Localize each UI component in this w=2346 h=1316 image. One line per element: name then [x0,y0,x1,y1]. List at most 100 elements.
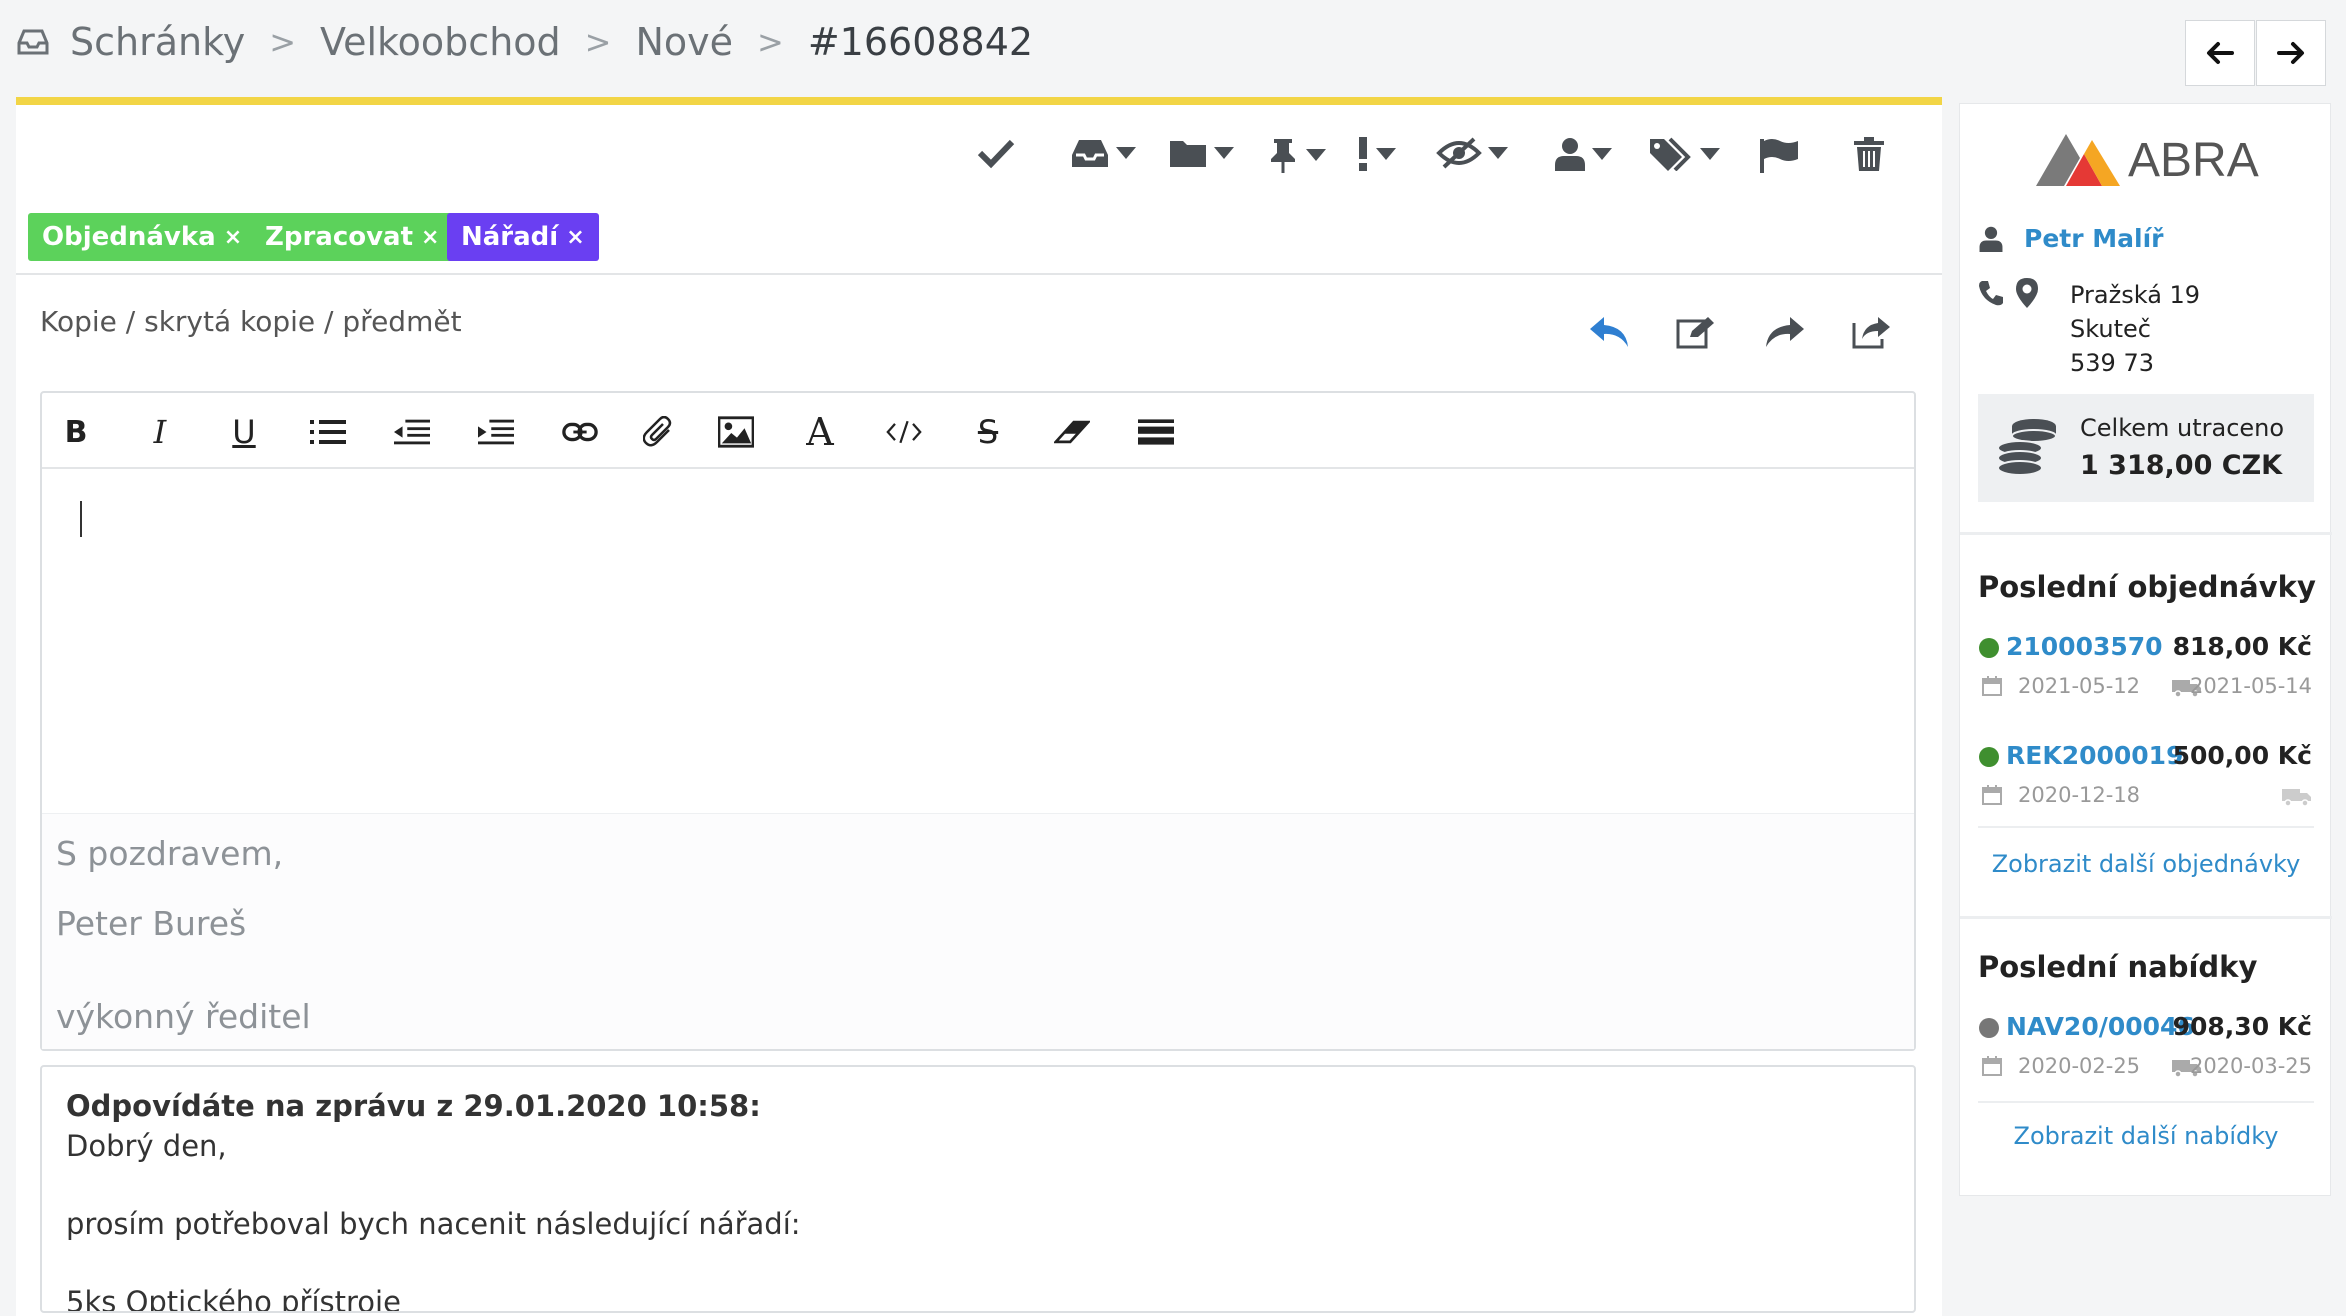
visibility-dropdown[interactable] [1436,137,1508,169]
address-line: Pražská 19 [2070,281,2201,309]
signature-line: S pozdravem, [56,834,284,873]
tag-remove-button[interactable]: × [224,225,242,250]
signature-line: Peter Bureš [56,904,247,943]
arrow-left-icon [2207,42,2234,64]
offer-link[interactable]: NAV20/00046 [2006,1012,2195,1041]
chevron-down-icon [1214,147,1234,159]
tag-zpracovat[interactable]: Zpracovat × [251,213,454,261]
breadcrumb-item-velkoobchod[interactable]: Velkoobchod [320,20,561,64]
more-orders-link[interactable]: Zobrazit další objednávky [1960,850,2332,878]
tags-dropdown[interactable] [1648,137,1720,171]
code-button[interactable] [886,415,922,449]
outdent-button[interactable] [394,415,430,449]
tag-naradi[interactable]: Nářadí × [447,213,599,261]
assignee-dropdown[interactable] [1554,137,1612,171]
message-editor[interactable]: B I U A S S pozdravem, Peter Bureš výkon… [40,391,1916,1051]
contact-address: Pražská 19 Skuteč 539 73 [2070,278,2200,380]
tag-remove-button[interactable]: × [421,225,439,250]
offer-valid-until: 2020-03-25 [2189,1054,2312,1078]
share-button[interactable] [1852,315,1892,349]
horizontal-rule-button[interactable] [1138,415,1174,449]
chevron-down-icon [1592,148,1612,160]
priority-icon [1359,137,1367,171]
address-line: Skuteč [2070,315,2151,343]
share-icon [1852,317,1890,349]
indent-icon [478,419,514,445]
quoted-line: prosím potřeboval bych nacenit následují… [66,1207,801,1241]
divider [16,273,1942,275]
order-delivery-date: 2021-05-14 [2189,674,2312,698]
tag-remove-button[interactable]: × [566,225,584,250]
breadcrumb-item-schranky[interactable]: Schránky [70,20,245,64]
italic-button[interactable]: I [142,413,178,451]
order-link[interactable]: REK2000019 [2006,741,2183,770]
forward-icon [1766,317,1804,347]
font-button[interactable]: A [802,410,838,454]
pin-icon [1271,139,1295,173]
paperclip-icon [643,416,672,447]
brand-logo: ABRA [2036,132,2259,188]
signature-block[interactable]: S pozdravem, Peter Bureš výkonný ředitel [42,813,1914,1049]
resolve-button[interactable] [976,137,1016,169]
bold-button[interactable]: B [58,415,94,450]
text-cursor [80,501,82,537]
divider [1978,1101,2314,1103]
ticket-number: #16608842 [807,20,1034,64]
image-button[interactable] [718,415,754,449]
chevron-down-icon [1376,148,1396,160]
signature-line: výkonný ředitel [56,997,311,1036]
trash-icon [1854,137,1884,171]
next-button[interactable] [2256,20,2326,86]
chevron-down-icon [1700,148,1720,160]
pin-dropdown[interactable] [1266,137,1326,173]
reply-icon [1590,317,1628,347]
strikethrough-button[interactable]: S [970,413,1006,451]
flag-button[interactable] [1758,137,1800,173]
user-icon [1555,138,1585,171]
edit-icon [1676,317,1714,349]
status-dot [1979,1018,1999,1038]
order-amount: 818,00 Kč [2172,632,2312,661]
address-line: 539 73 [2070,349,2154,377]
forward-button[interactable] [1764,315,1806,349]
order-date: 2020-12-18 [2018,783,2141,807]
contact-name-link[interactable]: Petr Malíř [2024,224,2163,253]
calendar-icon [1982,1056,2002,1076]
arrow-right-icon [2277,42,2304,64]
user-icon [1978,226,2004,252]
chevron-down-icon [1306,149,1326,161]
inbox-dropdown[interactable] [1070,137,1136,169]
attachment-button[interactable] [640,415,676,449]
cc-bcc-subject-link[interactable]: Kopie / skrytá kopie / předmět [40,305,462,338]
code-icon [886,420,922,444]
folder-icon [1170,141,1206,167]
breadcrumb-item-nove[interactable]: Nové [635,20,733,64]
truck-icon [2282,787,2312,807]
link-button[interactable] [562,415,598,449]
order-date: 2021-05-12 [2018,674,2141,698]
more-offers-link[interactable]: Zobrazit další nabídky [1960,1122,2332,1150]
tag-objednavka[interactable]: Objednávka × [28,213,257,261]
underline-button[interactable]: U [226,413,262,451]
flag-icon [1760,139,1798,173]
order-link[interactable]: 210003570 [2006,632,2163,661]
quoted-line: Dobrý den, [66,1129,227,1163]
indent-button[interactable] [478,415,514,449]
total-spent-label: Celkem utraceno [2080,414,2285,442]
abra-logo-icon [2036,134,2120,186]
eraser-button[interactable] [1054,415,1090,449]
tags-icon [1650,137,1691,171]
list-button[interactable] [310,415,346,449]
edit-button[interactable] [1676,315,1716,349]
previous-button[interactable] [2185,20,2255,86]
folder-dropdown[interactable] [1168,137,1234,169]
priority-dropdown[interactable] [1356,137,1396,171]
eraser-icon [1054,420,1090,444]
phone-icon[interactable] [1978,280,2004,306]
order-amount: 500,00 Kč [2172,741,2312,770]
reply-button[interactable] [1588,315,1630,349]
recent-offers-title: Poslední nabídky [1978,950,2258,984]
customer-sidebar: ABRA Petr Malíř Pražská 19 Skuteč 539 73… [1959,103,2332,1196]
offer-amount: 908,30 Kč [2172,1012,2312,1041]
delete-button[interactable] [1854,137,1884,171]
